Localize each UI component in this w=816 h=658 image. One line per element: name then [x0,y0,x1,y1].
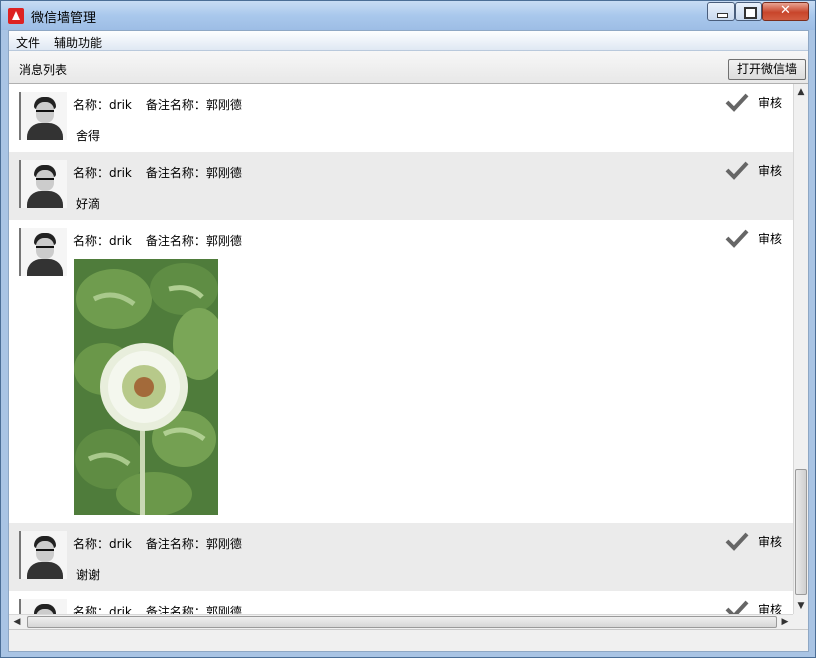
remark-label: 备注名称： [145,537,206,551]
vertical-scrollbar[interactable]: ▲ ▼ [793,84,808,614]
sender-name: drik [109,537,132,551]
app-logo-icon [8,8,24,24]
remark-label: 备注名称： [145,605,206,614]
audit-button[interactable]: 审核 [758,162,782,179]
audit-button[interactable]: 审核 [758,230,782,247]
message-text: 好滴 [76,197,101,211]
message-list-title: 消息列表 [19,63,68,77]
remark-name: 郭刚德 [205,166,242,180]
message-item: 名称：drik 备注名称：郭刚德 好滴 审核 [9,152,793,220]
remark-label: 备注名称： [145,166,206,180]
menu-bar: 文件 辅助功能 [9,31,808,51]
avatar [19,531,67,579]
name-label: 名称： [73,98,110,112]
avatar [19,599,67,614]
clover-flower-photo[interactable] [74,259,218,515]
audit-button[interactable]: 审核 [758,533,782,550]
remark-name: 郭刚德 [205,537,242,551]
message-header: 名称：drik 备注名称：郭刚德 [73,603,242,614]
title-bar[interactable]: 微信墙管理 [1,1,815,30]
avatar [19,228,67,276]
message-text: 舍得 [76,129,101,143]
message-item: 名称：drik 备注名称：郭刚德 审核 [9,220,793,523]
window-title: 微信墙管理 [31,11,97,26]
horizontal-scroll-thumb[interactable] [27,616,777,628]
name-label: 名称： [73,605,110,614]
remark-name: 郭刚德 [205,234,242,248]
checkmark-icon[interactable] [725,531,749,551]
horizontal-scrollbar[interactable]: ◀ ▶ [9,614,793,629]
scroll-corner [793,614,808,629]
status-bar [9,629,808,651]
message-item: 名称：drik 备注名称：郭刚德 谢谢 审核 [9,523,793,591]
arrow-down-icon[interactable]: ▼ [794,598,808,614]
message-text: 谢谢 [76,568,101,582]
sender-name: drik [109,166,132,180]
checkmark-icon[interactable] [725,160,749,180]
client-area: 文件 辅助功能 消息列表 打开微信墙 名称：drik 备注名称：郭刚德 舍得 审核 [8,30,809,652]
arrow-left-icon[interactable]: ◀ [9,615,25,629]
message-item: 名称：drik 备注名称：郭刚德 审核 [9,591,793,614]
remark-name: 郭刚德 [205,605,242,614]
remark-label: 备注名称： [145,234,206,248]
avatar [19,92,67,140]
checkmark-icon[interactable] [725,599,749,614]
message-header: 名称：drik 备注名称：郭刚德 [73,535,242,552]
audit-button[interactable]: 审核 [758,94,782,111]
message-item: 名称：drik 备注名称：郭刚德 舍得 审核 [9,84,793,152]
message-header: 名称：drik 备注名称：郭刚德 [73,232,242,249]
arrow-up-icon[interactable]: ▲ [794,84,808,100]
name-label: 名称： [73,537,110,551]
avatar [19,160,67,208]
name-label: 名称： [73,166,110,180]
maximize-button[interactable] [735,2,762,21]
close-button[interactable] [762,2,809,21]
checkmark-icon[interactable] [725,228,749,248]
message-list[interactable]: 名称：drik 备注名称：郭刚德 舍得 审核 名称：drik 备注名称：郭刚德 好滴… [9,84,793,614]
menu-file[interactable]: 文件 [16,34,40,51]
message-header: 名称：drik 备注名称：郭刚德 [73,164,242,181]
sender-name: drik [109,98,132,112]
name-label: 名称： [73,234,110,248]
remark-name: 郭刚德 [205,98,242,112]
open-wall-button[interactable]: 打开微信墙 [728,59,806,80]
audit-button[interactable]: 审核 [758,601,782,614]
remark-label: 备注名称： [145,98,206,112]
minimize-button[interactable] [707,2,735,21]
sender-name: drik [109,234,132,248]
menu-auxiliary[interactable]: 辅助功能 [54,34,102,51]
arrow-right-icon[interactable]: ▶ [777,615,793,629]
sender-name: drik [109,605,132,614]
toolbar: 消息列表 打开微信墙 [9,51,808,84]
vertical-scroll-thumb[interactable] [795,469,807,595]
app-window: 微信墙管理 文件 辅助功能 消息列表 打开微信墙 名称：drik备注名称：郭刚德… [0,0,816,658]
checkmark-icon[interactable] [725,92,749,112]
message-header: 名称：drik 备注名称：郭刚德 [73,96,242,113]
